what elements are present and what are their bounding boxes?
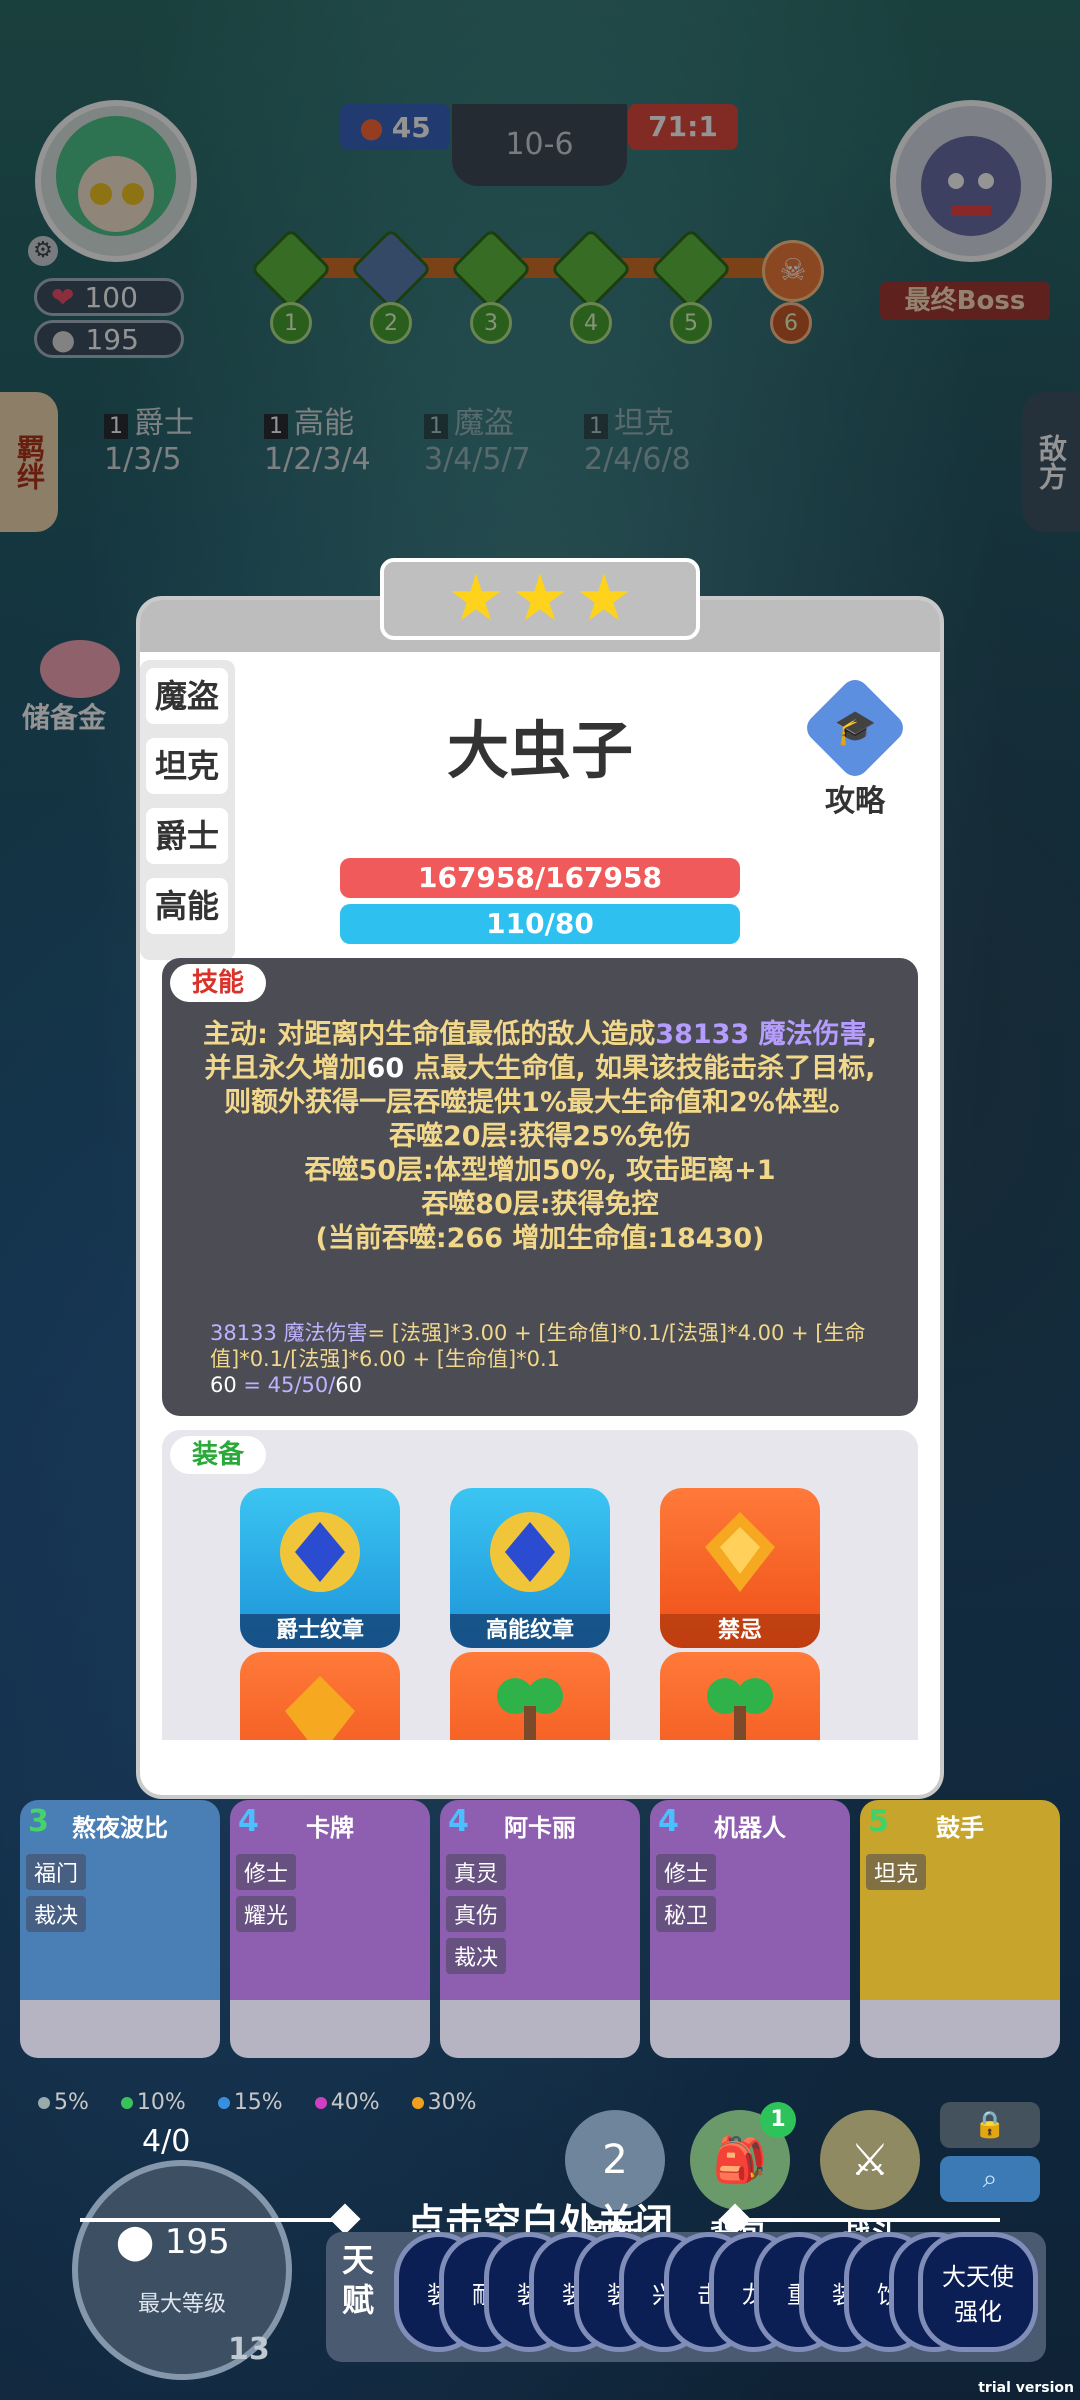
odds-value: 10% (136, 2090, 186, 2115)
card-name: 鼓手 (936, 1814, 984, 1842)
skill-tier-20: 吞噬20层:获得25%免伤 (389, 1121, 691, 1152)
skill-tag: 技能 (170, 964, 267, 1002)
bag-badge: 1 (760, 2102, 796, 2138)
equipment-slot-4[interactable] (240, 1652, 400, 1740)
mana-bar: 110/80 (340, 904, 740, 944)
equipment-tag: 装备 (170, 1436, 267, 1474)
search-button[interactable]: ⌕ (940, 2156, 1040, 2202)
hint-line-right (740, 2218, 1000, 2222)
odds-value: 40% (330, 2090, 380, 2115)
lock-shop-button[interactable]: 🔒 (940, 2102, 1040, 2148)
odds-5: 30% (411, 2090, 477, 2115)
equipment-label: 高能纹章 (450, 1614, 610, 1648)
card-trait: 修士 (656, 1854, 717, 1890)
card-footer (230, 2000, 430, 2058)
equipment-jazz-emblem[interactable]: 爵士纹章 (240, 1488, 400, 1648)
watermark: trial version (978, 2380, 1074, 2396)
search-icon: ⌕ (982, 2164, 998, 2194)
skill-formula: 38133 魔法伤害= [法强]*3.00 + [生命值]*0.1/[法强]*4… (210, 1320, 878, 1398)
equipment-slot-6[interactable] (660, 1652, 820, 1740)
shop-card-1[interactable]: 3 熬夜波比 福门 裁决 (20, 1800, 220, 2058)
card-trait: 秘卫 (656, 1896, 717, 1932)
crossed-swords-icon: ⚔ (850, 2134, 890, 2186)
trait-energy[interactable]: 高能 (146, 878, 228, 934)
shop-odds: 5% 10% 15% 40% 30% (38, 2090, 477, 2115)
skill-panel: 技能 主动: 对距离内生命值最低的敌人造成38133 魔法伤害, 并且永久增加6… (162, 958, 918, 1416)
shop-card-4[interactable]: 4 机器人 修士 秘卫 (650, 1800, 850, 2058)
hint-line-left (80, 2218, 350, 2222)
card-trait: 裁决 (26, 1896, 87, 1932)
guide-label: 攻略 (825, 784, 885, 819)
trait-jazz[interactable]: 爵士 (146, 808, 228, 864)
xp-text: 4/0 (142, 2124, 191, 2159)
card-footer (860, 2000, 1060, 2058)
level-number: 13 (228, 2332, 270, 2367)
shop-card-3[interactable]: 4 阿卡丽 真灵 真伤 裁决 (440, 1800, 640, 2058)
shop-card-5[interactable]: 5 鼓手 坦克 (860, 1800, 1060, 2058)
card-trait: 修士 (236, 1854, 297, 1890)
card-trait: 耀光 (236, 1896, 297, 1932)
card-name: 机器人 (714, 1814, 786, 1842)
fight-button[interactable]: ⚔ (820, 2110, 920, 2210)
skill-tier-80: 吞噬80层:获得免控 (421, 1189, 659, 1220)
card-name: 阿卡丽 (504, 1814, 576, 1842)
skill-current: (当前吞噬:266 增加生命值:18430) (315, 1223, 765, 1254)
shop-card-2[interactable]: 4 卡牌 修士 耀光 (230, 1800, 430, 2058)
card-trait: 福门 (26, 1854, 87, 1890)
equipment-panel: 装备 爵士纹章 高能纹章 禁忌 (162, 1430, 918, 1740)
card-trait: 裁决 (446, 1938, 507, 1974)
odds-4: 40% (314, 2090, 380, 2115)
card-footer (650, 2000, 850, 2058)
level-gold: ⬤ 195 (116, 2222, 230, 2262)
odds-1: 5% (38, 2090, 89, 2115)
unit-detail-modal: 魔盗 坦克 爵士 高能 大虫子 🎓 攻略 167958/167958 110/8… (140, 558, 940, 1795)
level-gold-value: 195 (164, 2222, 230, 2262)
equipment-label: 禁忌 (660, 1614, 820, 1648)
backpack-icon: 🎒 (712, 2135, 768, 2186)
formula-hp-levels: = 45/50/ (236, 1373, 336, 1397)
hp-bar: 167958/167958 (340, 858, 740, 898)
card-name: 熬夜波比 (72, 1814, 168, 1842)
star-rating (380, 558, 700, 640)
odds-value: 30% (427, 2090, 477, 2115)
star-icon (579, 573, 629, 621)
formula-hp: 60 (210, 1373, 237, 1397)
level-label: 最大等级 (137, 2292, 226, 2317)
skill-description: 主动: 对距离内生命值最低的敌人造成38133 魔法伤害, 并且永久增加60 点… (202, 1018, 878, 1256)
skill-tier-50: 吞噬50层:体型增加50%, 攻击距离+1 (304, 1155, 776, 1186)
formula-hp-current: 60 (335, 1373, 363, 1397)
skill-damage: 38133 魔法伤害 (655, 1019, 867, 1050)
formula-damage: 38133 魔法伤害 (210, 1321, 368, 1345)
refresh-icon: 2 (602, 2137, 628, 2183)
coin-icon: ⬤ (116, 2222, 165, 2262)
card-trait: 真灵 (446, 1854, 507, 1890)
skill-hp-gain: 60 (366, 1053, 405, 1084)
equipment-label: 爵士纹章 (240, 1614, 400, 1648)
lock-icon: 🔒 (973, 2110, 1007, 2140)
odds-value: 5% (54, 2090, 89, 2115)
talent-chip-archangel[interactable]: 大天使 强化 (918, 2232, 1038, 2352)
card-footer (440, 2000, 640, 2058)
card-trait: 真伤 (446, 1896, 507, 1932)
graduation-cap-icon: 🎓 (801, 674, 909, 782)
odds-3: 15% (217, 2090, 283, 2115)
skill-text-1: 主动: 对距离内生命值最低的敌人造成 (203, 1019, 656, 1050)
card-footer (20, 2000, 220, 2058)
card-trait: 坦克 (866, 1854, 927, 1890)
odds-value: 15% (233, 2090, 283, 2115)
talent-label: 天赋 (341, 2241, 374, 2319)
equipment-energy-emblem[interactable]: 高能纹章 (450, 1488, 610, 1648)
star-icon (515, 573, 565, 621)
equipment-forbidden[interactable]: 禁忌 (660, 1488, 820, 1648)
level-up-button[interactable]: ⬤ 195 最大等级 13 (72, 2160, 292, 2380)
card-name: 卡牌 (306, 1814, 354, 1842)
odds-2: 10% (120, 2090, 186, 2115)
star-icon (451, 573, 501, 621)
guide-button[interactable]: 🎓 攻略 (800, 674, 910, 820)
equipment-slot-5[interactable] (450, 1652, 610, 1740)
